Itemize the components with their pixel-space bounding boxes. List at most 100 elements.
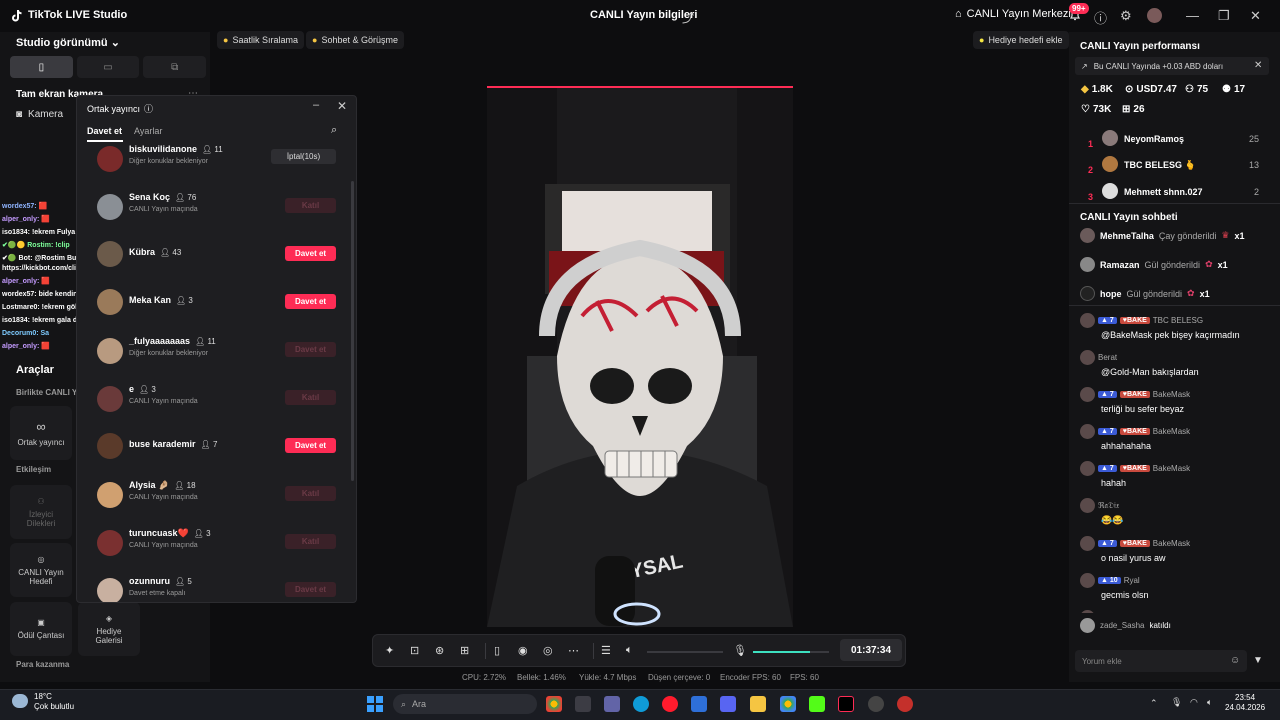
media-icon[interactable]	[897, 696, 913, 712]
speaker-icon[interactable]: 🔈︎	[626, 644, 633, 657]
phone-icon[interactable]: ▯	[494, 644, 500, 657]
gift-sender: hope	[1100, 288, 1122, 299]
live-goal-tool[interactable]: ◎ CANLI Yayın Hedefi	[10, 543, 72, 597]
discord-icon[interactable]	[720, 696, 736, 712]
chrome-icon[interactable]	[546, 696, 562, 712]
invite-button[interactable]: Davet et	[285, 294, 336, 309]
live-center-button[interactable]: ⌂ CANLI Yayın Merkezi	[955, 8, 1071, 20]
filter-icon[interactable]: ▼	[1253, 655, 1263, 666]
gear-icon[interactable]: ⚙	[1120, 8, 1132, 24]
chat-comment[interactable]: ▲ 10 Ryal gecmis olsn	[1080, 573, 1270, 600]
cohost-tool-button[interactable]: ∞ Ortak yayıncı	[10, 406, 72, 460]
hourly-rank-pill[interactable]: ● Saatlik Sıralama	[217, 31, 304, 49]
store-icon[interactable]	[691, 696, 707, 712]
person-icon: 👤︎	[202, 144, 213, 154]
minimize-icon[interactable]: —	[1186, 8, 1199, 23]
app-icon[interactable]	[868, 696, 884, 712]
help-icon[interactable]: ⓘ	[144, 102, 153, 115]
taskbar-clock[interactable]: 23:54 24.04.2026	[1225, 693, 1265, 713]
invite-button[interactable]: Davet et	[285, 438, 336, 453]
gift-gallery-tool[interactable]: ◈ Hediye Galerisi	[78, 602, 140, 656]
search-icon[interactable]: ⌕	[331, 124, 337, 137]
chat-comment[interactable]: ▲ 7 ♥BAKE BakeMask terliği bu sefer beyaz	[1080, 387, 1270, 414]
split-layout-button[interactable]: ⧉	[143, 56, 207, 78]
avatar	[1080, 286, 1095, 301]
chat-comment[interactable]: ▲ 7 ♥BAKE BakeMask ahhahahaha	[1080, 424, 1270, 451]
landscape-layout-button[interactable]: ▭	[76, 56, 140, 78]
chrome-icon[interactable]	[780, 696, 796, 712]
avatar[interactable]	[1147, 8, 1162, 23]
magic-icon[interactable]: ✦	[385, 644, 394, 657]
cancel-invite-button[interactable]: İptal(10s)	[271, 149, 336, 164]
ranking-row[interactable]: 2	[1088, 160, 1093, 178]
kick-icon[interactable]	[809, 696, 825, 712]
edge-icon[interactable]	[633, 696, 649, 712]
emoji-icon[interactable]: ☺	[1230, 655, 1240, 666]
comment-input[interactable]: Yorum ekle	[1075, 650, 1247, 672]
chat-comment[interactable]: Berat @Gold-Man bakışlardan	[1080, 350, 1270, 377]
join-row: zade_Sasha katıldı	[1080, 618, 1171, 633]
teams-icon[interactable]	[604, 696, 620, 712]
chat-comment[interactable]: ▲ 7 ♥BAKE BakeMask o nasil yurus aw	[1080, 536, 1270, 563]
comment-text: gecmis olsn	[1101, 590, 1149, 600]
join-button[interactable]: Davet et	[285, 582, 336, 597]
tab-settings[interactable]: Ayarlar	[134, 126, 162, 136]
cohost-name-line: turuncuask❤️ 👤︎ 3	[129, 528, 211, 539]
weather-icon[interactable]	[12, 694, 28, 708]
volume-icon[interactable]: 🔈︎	[1207, 697, 1212, 708]
microphone-icon[interactable]: 🎙︎	[733, 644, 747, 657]
effects-icon[interactable]: ⊛	[435, 644, 444, 657]
chat-meet-pill[interactable]: ● Sohbet & Görüşme	[306, 31, 404, 49]
maximize-icon[interactable]: ❐	[1218, 8, 1230, 24]
translate-icon[interactable]: ⊡	[410, 644, 419, 657]
join-button[interactable]: Katıl	[285, 534, 336, 549]
explorer-icon[interactable]	[750, 696, 766, 712]
gift-goal-pill[interactable]: ● Hediye hedefi ekle	[973, 31, 1069, 49]
reward-bag-tool[interactable]: ▣ Ödül Çantası	[10, 602, 72, 656]
chat-comments: ▲ 7 ♥BAKE TBC BELESG @BakeMask pek bişey ka…	[1080, 313, 1270, 613]
ranking-row[interactable]: 1	[1088, 134, 1093, 152]
invite-button[interactable]: Davet et	[285, 246, 336, 261]
cohost-row: _fulyaaaaaaas 👤︎ 11 Diğer konuklar bekleni…	[77, 334, 347, 382]
add-scene-icon[interactable]: ⊞	[460, 644, 469, 657]
scrollbar[interactable]	[351, 181, 354, 481]
close-icon[interactable]: ✕	[337, 99, 347, 113]
camera-source[interactable]: ◙ Kamera	[16, 109, 63, 120]
close-icon[interactable]: ✕	[1250, 8, 1261, 24]
weather-widget[interactable]: 18°C Çok bulutlu	[34, 692, 74, 712]
opera-icon[interactable]	[662, 696, 678, 712]
join-button[interactable]: Katıl	[285, 198, 336, 213]
mixer-icon[interactable]: ☰	[601, 644, 611, 657]
taskbar-search[interactable]: ⌕ Ara	[393, 694, 537, 714]
more-icon[interactable]: ⋯	[568, 644, 579, 657]
windows-start-icon[interactable]	[367, 696, 383, 712]
portrait-layout-button[interactable]: ▯	[10, 56, 73, 78]
chat-comment[interactable]: ℜ𝔞𝔇𝔦𝔵 😂😂	[1080, 498, 1270, 526]
chat-comment[interactable]: ▲ 7♥BAKEBakeMasksallana sallana geliyo b…	[1080, 610, 1270, 613]
task-view-icon[interactable]	[575, 696, 591, 712]
help-icon[interactable]: ⓘ	[1094, 8, 1107, 27]
close-icon[interactable]: ✕	[1254, 60, 1262, 71]
join-button[interactable]: Katıl	[285, 390, 336, 405]
speaker-volume-slider[interactable]	[647, 651, 723, 653]
tiktok-live-icon[interactable]	[838, 696, 854, 712]
join-button[interactable]: Katıl	[285, 486, 336, 501]
join-button[interactable]: Davet et	[285, 342, 336, 357]
chevron-up-icon[interactable]: ⌃	[1150, 698, 1158, 709]
app-title: TikTok LIVE Studio	[28, 9, 128, 21]
chat-comment[interactable]: ▲ 7 ♥BAKE BakeMask hahah	[1080, 461, 1270, 488]
minimize-icon[interactable]: –	[313, 99, 319, 111]
viewer-requests-tool[interactable]: ⚇ İzleyici Dilekleri	[10, 485, 72, 539]
network-icon[interactable]: ◠	[1190, 697, 1198, 708]
mic-volume-slider[interactable]	[753, 651, 829, 653]
chat-comment[interactable]: ▲ 7 ♥BAKE TBC BELESG @BakeMask pek bişey ka…	[1080, 313, 1270, 340]
gift-gallery-label: Hediye Galerisi	[95, 626, 123, 645]
tab-invite[interactable]: Davet et	[87, 126, 122, 136]
microphone-icon[interactable]: 🎙︎	[1171, 697, 1182, 708]
studio-view-dropdown[interactable]: Studio görünümü ⌄	[16, 36, 120, 49]
level-badge: ▲ 10	[1098, 577, 1121, 584]
record-icon[interactable]: ◉	[518, 644, 528, 657]
comment-user: Berat	[1098, 353, 1118, 362]
camera-settings-icon[interactable]: ◎	[543, 644, 553, 657]
share-icon[interactable]: ⤴	[682, 9, 694, 26]
